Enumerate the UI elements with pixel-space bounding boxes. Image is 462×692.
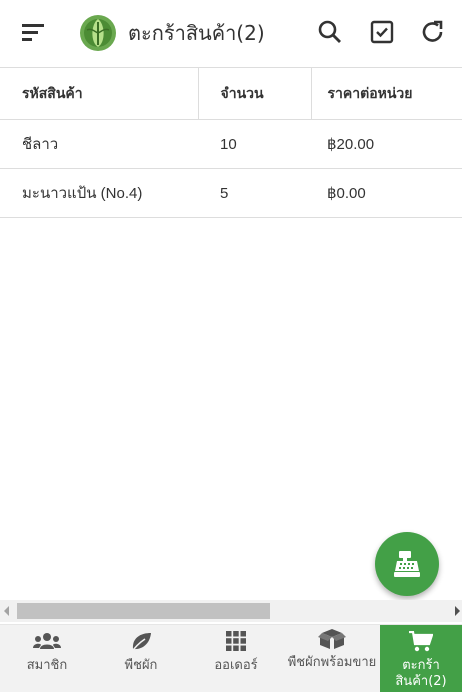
cell-product: ชีลาว [0, 119, 198, 169]
boxes-icon [318, 629, 346, 649]
logo [80, 15, 116, 51]
cell-quantity: 5 [198, 168, 311, 218]
horizontal-scrollbar[interactable] [0, 600, 462, 622]
scroll-right-arrow-icon[interactable] [455, 606, 460, 616]
leaf-icon [130, 633, 151, 654]
cart-table: รหัสสินค้า จำนวน ราคาต่อหน่วย ชีลาว 10 ฿… [0, 67, 462, 218]
nav-item-cart[interactable]: ตะกร้าสินค้า(2) [380, 625, 462, 692]
cell-price: ฿0.00 [311, 168, 462, 218]
nav-label-cart: ตะกร้าสินค้า(2) [395, 658, 447, 689]
nav-item-members[interactable]: สมาชิก [0, 625, 94, 692]
column-header-product-code: รหัสสินค้า [0, 67, 198, 120]
nav-item-orders[interactable]: ออเดอร์ [188, 625, 284, 692]
users-icon [33, 633, 61, 649]
grid-icon [226, 631, 246, 651]
nav-item-plants[interactable]: พืชผัก [94, 625, 188, 692]
scroll-left-arrow-icon[interactable] [4, 606, 9, 616]
scrollbar-thumb[interactable] [17, 603, 270, 619]
column-header-unit-price: ราคาต่อหน่วย [310, 67, 462, 120]
cell-quantity: 10 [198, 119, 311, 169]
refresh-icon[interactable] [420, 19, 446, 45]
nav-label-members: สมาชิก [26, 658, 68, 673]
cash-register-icon [394, 551, 420, 577]
menu-icon[interactable] [22, 22, 46, 44]
cell-price: ฿20.00 [311, 119, 462, 169]
checkout-fab-button[interactable] [375, 532, 439, 596]
column-header-quantity: จำนวน [197, 67, 311, 120]
page-title: ตะกร้าสินค้า(2) [128, 21, 265, 45]
search-icon[interactable] [317, 19, 343, 45]
cart-icon [409, 631, 433, 652]
check-square-icon[interactable] [369, 19, 395, 45]
nav-item-for-sale[interactable]: พืชผักพร้อมขาย [284, 625, 380, 692]
nav-label-for-sale: พืชผักพร้อมขาย [287, 655, 377, 670]
nav-label-orders: ออเดอร์ [214, 658, 258, 673]
cell-product: มะนาวแป้น (No.4) [0, 168, 198, 218]
table-row[interactable]: ชีลาว 10 ฿20.00 [0, 119, 462, 169]
bottom-nav: สมาชิก พืชผัก ออเดอร์ พืชผักพร้อมขาย ตะก… [0, 624, 462, 692]
app-bar: ตะกร้าสินค้า(2) [0, 0, 462, 66]
table-row[interactable]: มะนาวแป้น (No.4) 5 ฿0.00 [0, 168, 462, 218]
nav-label-plants: พืชผัก [124, 658, 158, 673]
table-header-row: รหัสสินค้า จำนวน ราคาต่อหน่วย [0, 67, 462, 120]
